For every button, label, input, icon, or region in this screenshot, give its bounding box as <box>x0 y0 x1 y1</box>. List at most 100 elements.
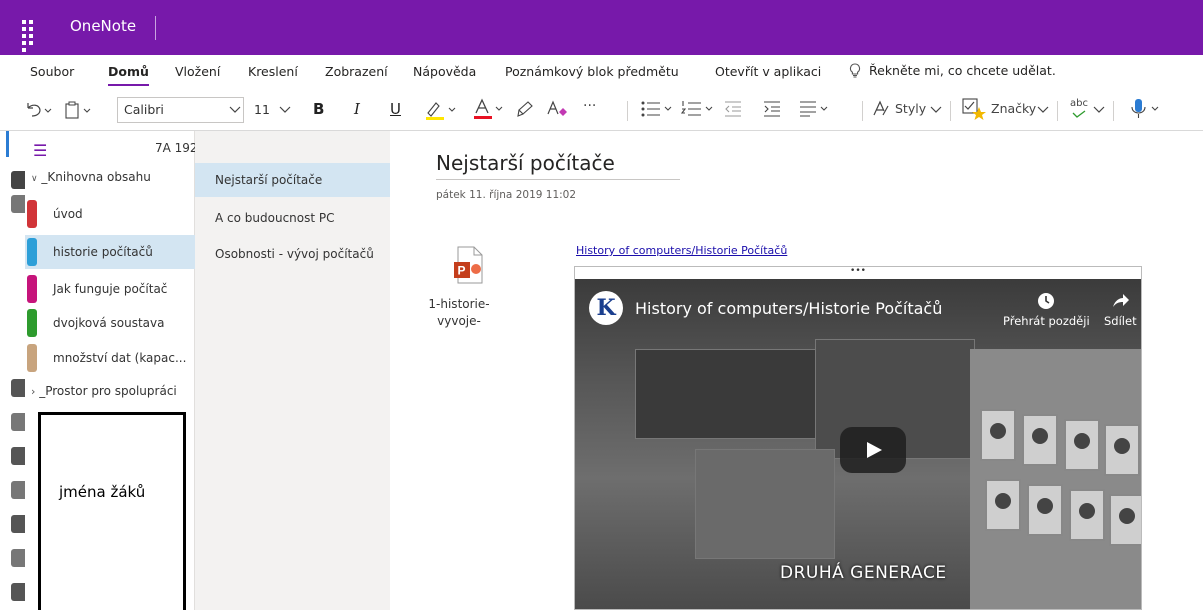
section-group-collab[interactable]: › _Prostor pro spolupráci <box>31 384 177 398</box>
undo-icon[interactable] <box>24 102 52 118</box>
pages-pane: Nejstarší počítače A co budoucnost PC Os… <box>195 131 390 610</box>
font-color-icon[interactable] <box>472 98 508 120</box>
play-button-icon[interactable] <box>840 427 906 473</box>
styles-button[interactable]: Styly <box>895 101 926 116</box>
navigation-toggle-icon[interactable]: ☰ <box>33 141 47 160</box>
chevron-down-icon: ∨ <box>31 174 38 184</box>
section-jak-funguje-pocitac[interactable]: Jak funguje počítač <box>25 272 195 306</box>
page-budoucnost-pc[interactable]: A co budoucnost PC <box>195 201 390 235</box>
page-osobnosti[interactable]: Osobnosti - vývoj počítačů <box>195 237 390 271</box>
italic-button[interactable]: I <box>354 100 360 118</box>
svg-text:P: P <box>458 264 466 278</box>
app-name[interactable]: OneNote <box>70 17 136 35</box>
lightbulb-icon <box>849 63 861 78</box>
section-color-tab <box>27 200 37 228</box>
embedded-video[interactable]: ••• K History of computers/Historie Počí… <box>574 266 1142 610</box>
tab-open-in-app[interactable]: Otevřít v aplikaci <box>715 64 821 79</box>
tab-help[interactable]: Nápověda <box>413 64 476 79</box>
page-nejstarsi-pocitace[interactable]: Nejstarší počítače <box>195 163 390 197</box>
section-mnozstvi-dat[interactable]: množství dat (kapac... <box>25 341 195 375</box>
font-dropdown-chevron-icon[interactable] <box>229 106 241 114</box>
video-scene-tape <box>980 409 1016 461</box>
rail-notebook-icon[interactable] <box>11 515 25 533</box>
size-dropdown-chevron-icon[interactable] <box>279 106 291 114</box>
chevron-right-icon: › <box>31 385 36 398</box>
tags-chevron-icon[interactable] <box>1037 106 1049 114</box>
paragraph-align-icon[interactable] <box>799 100 835 118</box>
channel-logo[interactable]: K <box>589 291 623 325</box>
rail-notebook-icon[interactable] <box>11 171 25 189</box>
video-title[interactable]: History of computers/Historie Počítačů <box>635 299 942 318</box>
page-title[interactable]: Nejstarší počítače <box>436 151 680 180</box>
title-divider <box>155 16 156 40</box>
video-scene-panel <box>635 349 825 439</box>
powerpoint-file-icon: P <box>454 246 483 284</box>
bold-button[interactable]: B <box>313 100 324 118</box>
app-launcher-icon[interactable] <box>18 16 42 52</box>
decrease-indent-icon[interactable] <box>724 100 742 118</box>
styles-icon[interactable] <box>872 100 890 118</box>
spelling-button[interactable]: abc <box>1070 98 1088 109</box>
section-uvod[interactable]: úvod <box>25 197 195 231</box>
section-dvojkova-soustava[interactable]: dvojková soustava <box>25 306 195 340</box>
tab-view[interactable]: Zobrazení <box>325 64 388 79</box>
clipboard-icon[interactable] <box>64 101 104 119</box>
font-family-select[interactable]: Calibri <box>117 97 244 123</box>
video-scene-tape <box>985 479 1021 531</box>
video-scene-tape <box>1022 414 1058 466</box>
watch-later-button[interactable]: Přehrát později <box>1003 291 1090 328</box>
rail-notebook-icon[interactable] <box>11 481 25 499</box>
clear-formatting-icon[interactable] <box>546 100 568 118</box>
rail-notebook-icon[interactable] <box>11 583 25 601</box>
font-size-select[interactable]: 11 <box>250 97 300 123</box>
bullet-list-icon[interactable] <box>640 100 676 118</box>
toolbar-separator <box>950 101 951 121</box>
section-label: dvojková soustava <box>53 316 165 330</box>
student-names-overlay: jména žáků <box>38 412 186 610</box>
tab-file[interactable]: Soubor <box>30 64 74 79</box>
styles-chevron-icon[interactable] <box>930 106 942 114</box>
tab-class-notebook[interactable]: Poznámkový blok předmětu <box>505 64 679 79</box>
title-bar: OneNote <box>0 0 1203 55</box>
video-drag-handle[interactable]: ••• <box>575 267 1141 279</box>
section-label: množství dat (kapac... <box>53 351 187 365</box>
share-button[interactable]: Sdílet <box>1104 291 1137 328</box>
video-scene-console <box>695 449 835 559</box>
section-label: historie počítačů <box>53 245 153 259</box>
student-names-label: jména žáků <box>59 483 146 501</box>
tell-me-search[interactable]: Řekněte mi, co chcete udělat. <box>849 63 1056 78</box>
video-caption: DRUHÁ GENERACE <box>780 563 947 583</box>
rail-notebook-icon[interactable] <box>11 195 25 213</box>
rail-notebook-icon[interactable] <box>11 413 25 431</box>
watch-later-label: Přehrát později <box>1003 314 1090 328</box>
video-link[interactable]: History of computers/Historie Počítačů <box>576 244 787 257</box>
dictate-microphone-icon[interactable] <box>1129 98 1165 120</box>
attachment-filename: 1-historie-vyvoje- <box>428 297 490 328</box>
video-thumbnail: K History of computers/Historie Počítačů… <box>575 279 1141 609</box>
tab-home[interactable]: Domů <box>108 64 149 86</box>
share-arrow-icon <box>1113 294 1130 307</box>
section-group-library[interactable]: ∨ _Knihovna obsahu <box>31 170 151 184</box>
tab-insert[interactable]: Vložení <box>175 64 220 79</box>
spelling-chevron-icon[interactable] <box>1093 106 1105 114</box>
section-historie-pocitacu[interactable]: historie počítačů <box>25 235 195 269</box>
increase-indent-icon[interactable] <box>763 100 781 118</box>
tags-button[interactable]: Značky <box>991 101 1036 116</box>
section-label: úvod <box>53 207 83 221</box>
section-group-label: _Prostor pro spolupráci <box>39 384 177 398</box>
rail-notebook-icon[interactable] <box>11 447 25 465</box>
rail-notebook-icon[interactable] <box>11 549 25 567</box>
toolbar-separator <box>627 101 628 121</box>
powerpoint-attachment[interactable]: P 1-historie-vyvoje- <box>424 246 494 330</box>
numbered-list-icon[interactable] <box>681 100 717 118</box>
rail-notebook-icon[interactable] <box>11 379 25 397</box>
more-options-button[interactable]: ··· <box>583 98 596 114</box>
format-painter-icon[interactable] <box>516 100 536 118</box>
underline-button[interactable]: U <box>390 100 401 118</box>
ribbon-toolbar: Calibri 11 B I U ··· Styly Značky abc <box>0 89 1203 131</box>
tab-draw[interactable]: Kreslení <box>248 64 298 79</box>
section-color-tab <box>27 238 37 266</box>
tag-star-icon[interactable] <box>962 98 986 120</box>
highlighter-icon[interactable] <box>424 99 460 121</box>
page-canvas[interactable]: Nejstarší počítače pátek 11. října 2019 … <box>390 131 1203 610</box>
